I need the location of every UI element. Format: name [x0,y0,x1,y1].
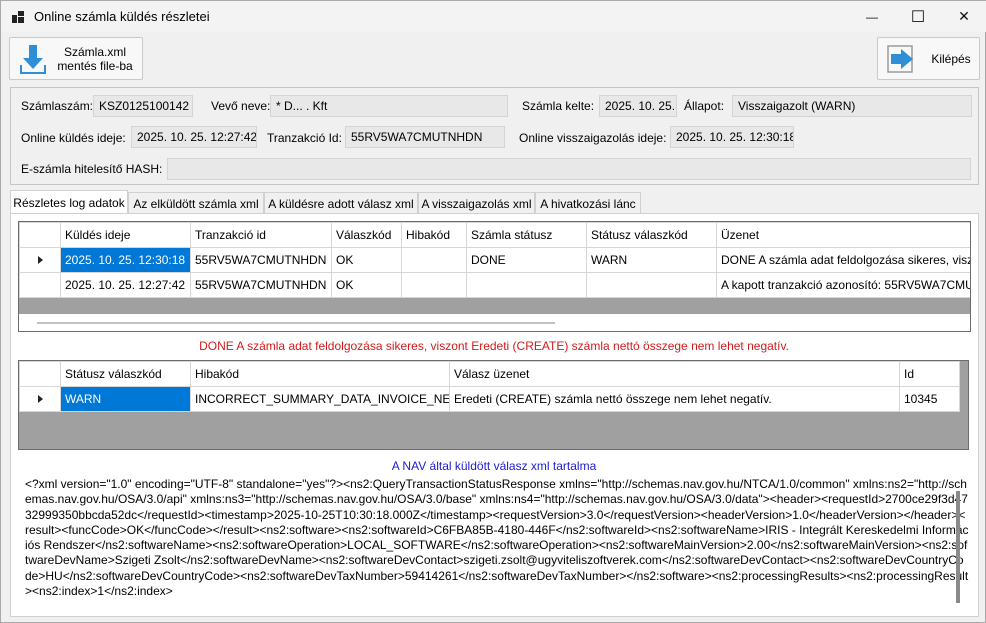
column-header[interactable]: Id [899,361,960,387]
table-cell[interactable]: A kapott tranzakció azonosító: 55RV5WA7C… [716,272,970,298]
table-cell[interactable]: DONE [466,247,587,273]
confirm-time-label: Online visszaigazolás ideje: [519,131,667,145]
column-header[interactable]: Státusz válaszkód [60,361,191,387]
tab-response-xml[interactable]: A küldésre adott válasz xml [264,192,418,214]
table-cell[interactable]: WARN [60,386,191,412]
table-cell[interactable] [586,272,717,298]
table-cell[interactable]: OK [331,247,402,273]
column-header[interactable]: Üzenet [716,222,970,248]
log-grid-header-row: Küldés ideje Tranzakció id Válaszkód Hib… [19,222,970,248]
column-header[interactable]: Számla státusz [466,222,587,248]
table-row[interactable]: WARN INCORRECT_SUMMARY_DATA_INVOICE_NET_… [19,386,960,412]
response-xml-textbox[interactable]: <?xml version="1.0" encoding="UTF-8" sta… [21,477,969,608]
tab-reference-chain[interactable]: A hivatkozási lánc [535,192,641,214]
invoice-date-label: Számla kelte: [522,99,595,113]
table-cell[interactable]: Eredeti (CREATE) számla nettó összege ne… [449,386,900,412]
row-header-corner [19,222,61,248]
table-cell[interactable]: 2025. 10. 25. 12:30:18 [60,247,191,273]
tab-detailed-log[interactable]: Részletes log adatok [10,190,128,214]
transaction-id-label: Tranzakció Id: [267,131,342,145]
table-cell[interactable]: 2025. 10. 25. 12:27:42 [60,272,191,298]
column-header[interactable]: Küldés ideje [60,222,191,248]
table-cell[interactable] [401,247,467,273]
invoice-date-field[interactable]: 2025. 10. 25. [599,95,677,117]
table-cell[interactable]: 10345 [899,386,960,412]
log-grid-hscrollbar[interactable] [19,314,970,331]
state-label: Állapot: [684,99,725,113]
invoice-header-group: Számlaszám: KSZ0125100142 Vevő neve: * D… [10,87,979,185]
table-cell[interactable]: 55RV5WA7CMUTNHDN [190,272,332,298]
confirm-time-field[interactable]: 2025. 10. 25. 12:30:18 [670,126,794,148]
table-cell[interactable]: WARN [586,247,717,273]
buyer-label: Vevő neve: [211,99,271,113]
xml-vscrollbar[interactable] [956,491,960,603]
table-cell[interactable]: OK [331,272,402,298]
table-cell[interactable] [401,272,467,298]
row-header-corner [19,361,61,387]
state-field[interactable]: Visszaigazolt (WARN) [732,95,972,117]
hscroll-thumb[interactable] [37,322,555,324]
column-header[interactable]: Válaszkód [331,222,402,248]
row-header[interactable] [19,386,61,412]
table-cell[interactable]: 55RV5WA7CMUTNHDN [190,247,332,273]
invoice-no-field[interactable]: KSZ0125100142 [93,95,193,117]
row-header[interactable] [19,247,61,273]
exit-button[interactable]: Kilépés [877,37,980,80]
table-cell[interactable] [466,272,587,298]
sent-time-label: Online küldés ideje: [21,131,126,145]
row-header[interactable] [19,272,61,298]
save-label-line1: Számla.xml [63,45,126,59]
save-xml-button[interactable]: Számla.xml mentés file-ba [9,37,143,80]
column-header[interactable]: Hibakód [401,222,467,248]
tab-sent-invoice-xml[interactable]: Az elküldött számla xml [128,192,264,214]
xml-content-title: A NAV által küldött válasz xml tartalma [391,459,597,473]
save-label-line2: mentés file-ba [57,59,133,73]
detail-message: DONE A számla adat feldolgozása sikeres,… [199,339,789,353]
table-cell[interactable]: INCORRECT_SUMMARY_DATA_INVOICE_NET_... [190,386,450,412]
tab-confirmation-xml[interactable]: A visszaigazolás xml [418,192,535,214]
minimize-button[interactable]: — [849,1,895,32]
exit-arrow-icon [887,45,913,73]
hash-label: E-számla hitelesítő HASH: [21,162,163,176]
table-row[interactable]: 2025. 10. 25. 12:30:18 55RV5WA7CMUTNHDN … [19,247,970,273]
maximize-icon: ☐ [910,8,926,26]
sent-time-field[interactable]: 2025. 10. 25. 12:27:42 [131,126,257,148]
download-icon [20,45,46,74]
transaction-id-field[interactable]: 55RV5WA7CMUTNHDN [345,126,505,148]
column-header[interactable]: Hibakód [190,361,450,387]
current-row-icon [37,395,43,403]
current-row-icon [37,256,43,264]
app-icon [12,11,24,23]
minimize-icon: — [866,9,878,24]
table-cell[interactable]: DONE A számla adat feldolgozása sikeres,… [716,247,970,273]
status-grid-header-row: Státusz válaszkód Hibakód Válasz üzenet … [19,361,960,387]
table-row[interactable]: 2025. 10. 25. 12:27:42 55RV5WA7CMUTNHDN … [19,272,970,298]
hash-field[interactable] [167,158,971,180]
invoice-no-label: Számlaszám: [21,99,94,113]
column-header[interactable]: Státusz válaszkód [586,222,717,248]
save-button-label: Számla.xml mentés file-ba [50,45,140,73]
column-header[interactable]: Tranzakció id [190,222,332,248]
log-grid[interactable]: Küldés ideje Tranzakció id Válaszkód Hib… [18,221,971,332]
window-title: Online számla küldés részletei [34,9,210,24]
exit-button-label: Kilépés [931,52,971,66]
close-button[interactable]: ✕ [941,1,986,32]
close-icon: ✕ [958,8,970,24]
title-bar: Online számla küldés részletei — ☐ ✕ [1,1,986,32]
buyer-field[interactable]: * D... . Kft [270,95,508,117]
column-header[interactable]: Válasz üzenet [449,361,900,387]
maximize-button[interactable]: ☐ [895,1,941,32]
app-window: Online számla küldés részletei — ☐ ✕ Szá… [0,0,986,623]
status-grid[interactable]: Státusz válaszkód Hibakód Válasz üzenet … [18,360,969,450]
